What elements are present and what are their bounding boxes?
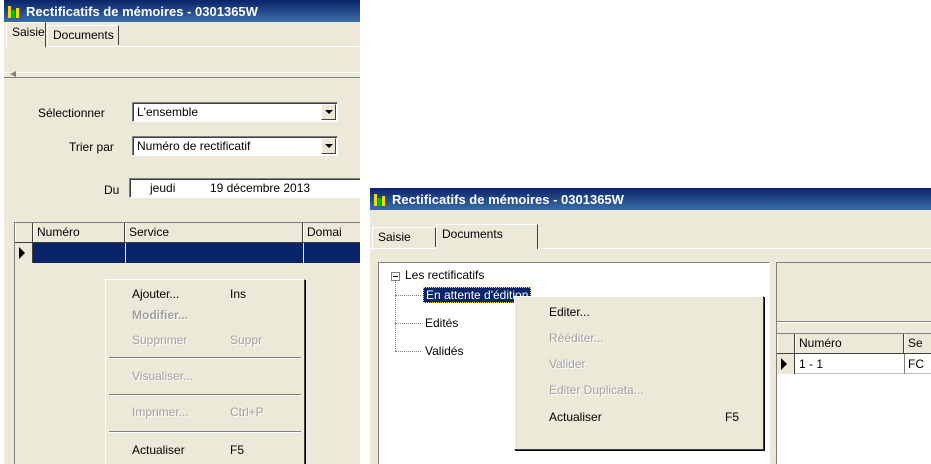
tab-documents[interactable]: Documents	[436, 224, 538, 249]
menu-item-modifier[interactable]: Modifier...	[106, 305, 304, 325]
documents-grid[interactable]: Numéro Se 1 - 1 FC	[777, 333, 931, 464]
menu-separator	[109, 431, 301, 433]
tree-line	[395, 295, 421, 296]
row-divider	[125, 243, 126, 263]
app-icon	[374, 192, 388, 206]
splitter-bar[interactable]	[4, 72, 360, 78]
tree-line	[395, 323, 421, 324]
menu-item-actualiser[interactable]: Actualiser F5	[515, 407, 763, 427]
menu-item-valider[interactable]: Valider	[515, 354, 763, 374]
window-title-bar[interactable]: Rectificatifs de mémoires - 0301365W	[370, 188, 931, 210]
sort-label: Trier par	[69, 140, 114, 154]
window-title-bar[interactable]: Rectificatifs de mémoires - 0301365W	[4, 0, 360, 22]
tree-item-valides[interactable]: Validés	[425, 344, 463, 358]
row-pointer-icon	[781, 358, 787, 370]
chevron-down-icon[interactable]	[321, 138, 336, 154]
tab-strip: Saisie Documents	[370, 224, 931, 249]
tree-root-label[interactable]: Les rectificatifs	[405, 268, 484, 282]
row-indicator	[777, 354, 795, 374]
tab-saisie[interactable]: Saisie	[372, 227, 436, 247]
menu-item-supprimer[interactable]: Supprimer Suppr	[106, 330, 304, 350]
sort-value: Numéro de rectificatif	[137, 139, 251, 153]
pane-divider	[777, 321, 931, 323]
sort-combobox[interactable]: Numéro de rectificatif	[132, 136, 338, 156]
chevron-down-icon[interactable]	[321, 104, 336, 120]
date-label: Du	[104, 183, 120, 197]
cell-service: FC	[908, 357, 924, 371]
menu-item-imprimer[interactable]: Imprimer... Ctrl+P	[106, 402, 304, 422]
menu-separator	[109, 394, 301, 396]
grid-indicator-header	[15, 223, 33, 242]
documents-pane: Numéro Se 1 - 1 FC	[776, 262, 931, 464]
menu-item-ajouter[interactable]: Ajouter... Ins	[106, 284, 304, 304]
menu-item-visualiser[interactable]: Visualiser...	[106, 366, 304, 386]
window-title: Rectificatifs de mémoires - 0301365W	[26, 3, 258, 19]
row-divider	[904, 354, 905, 374]
row-indicator	[15, 243, 33, 263]
select-label: Sélectionner	[38, 106, 105, 120]
cell-numero: 1 - 1	[799, 357, 824, 371]
app-icon	[8, 4, 22, 18]
menu-item-reediter[interactable]: Rééditer...	[515, 328, 763, 348]
column-header-numero[interactable]: Numéro	[33, 223, 125, 242]
tab-strip: Saisie Documents	[4, 22, 360, 47]
window-title: Rectificatifs de mémoires - 0301365W	[392, 191, 624, 207]
column-header-domaine[interactable]: Domai	[303, 223, 360, 242]
context-menu: Editer... Rééditer... Valider Editer Dup…	[514, 296, 764, 450]
tree-line	[395, 281, 396, 351]
menu-item-actualiser[interactable]: Actualiser F5	[106, 440, 304, 460]
window-documents: Rectificatifs de mémoires - 0301365W Sai…	[370, 188, 931, 464]
menu-item-editer[interactable]: Editer...	[515, 302, 763, 322]
grid-header: Numéro Se	[777, 334, 931, 354]
column-header-service[interactable]: Se	[904, 334, 931, 353]
grid-header: Numéro Service Domai	[15, 223, 360, 243]
context-menu: Ajouter... Ins Modifier... Supprimer Sup…	[105, 279, 305, 464]
date-day: jeudi	[150, 181, 176, 195]
window-saisie: Rectificatifs de mémoires - 0301365W Sai…	[4, 0, 360, 464]
grid-indicator-header	[777, 334, 795, 353]
splitter-arrow-icon	[10, 71, 16, 77]
column-header-numero[interactable]: Numéro	[795, 334, 904, 353]
date-picker[interactable]: jeudi 19 décembre 2013	[129, 178, 360, 198]
table-row[interactable]: 1 - 1 FC	[777, 354, 931, 374]
table-row-selected[interactable]	[15, 243, 360, 263]
row-divider	[303, 243, 304, 263]
column-header-service[interactable]: Service	[125, 223, 303, 242]
tree-line	[395, 351, 421, 352]
tab-saisie[interactable]: Saisie	[6, 22, 46, 47]
date-value: 19 décembre 2013	[210, 181, 311, 195]
row-pointer-icon	[19, 247, 25, 259]
tab-documents[interactable]: Documents	[47, 25, 119, 45]
menu-separator	[109, 357, 301, 359]
menu-item-duplicata[interactable]: Editer Duplicata...	[515, 380, 763, 400]
tree-item-edites[interactable]: Edités	[425, 316, 458, 330]
tree-collapse-icon[interactable]	[391, 272, 400, 281]
select-value: L'ensemble	[137, 105, 198, 119]
select-combobox[interactable]: L'ensemble	[132, 102, 338, 122]
